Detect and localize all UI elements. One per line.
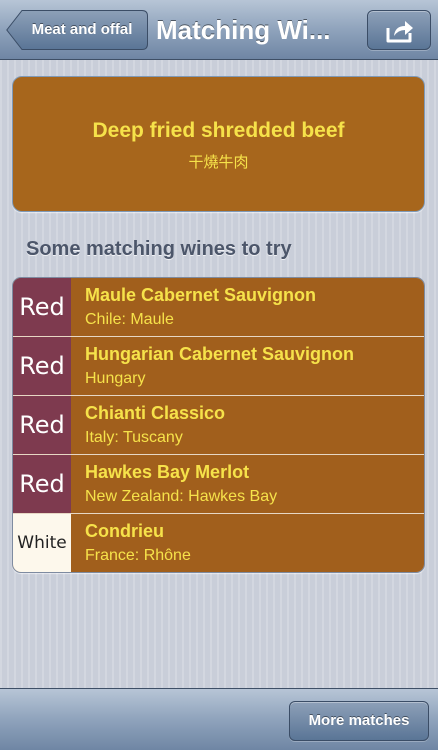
wine-color-badge: Red [13,396,71,454]
wine-name: Hawkes Bay Merlot [85,462,250,482]
wine-name: Condrieu [85,521,164,541]
wine-list: Red Maule Cabernet Sauvignon Chile: Maul… [12,277,425,573]
more-matches-button[interactable]: More matches [289,701,429,741]
wine-row[interactable]: Red Hawkes Bay Merlot New Zealand: Hawke… [13,455,424,514]
share-button[interactable] [367,10,431,50]
wine-color-badge: Red [13,337,71,395]
wine-name: Maule Cabernet Sauvignon [85,285,317,305]
wine-color-badge: Red [13,455,71,513]
bottom-toolbar: More matches [0,688,438,750]
page-title: Matching Wi... [156,15,331,45]
dish-name-chinese: 干燒牛肉 [188,153,249,171]
wine-color-badge: White [13,514,71,572]
wine-row[interactable]: Red Chianti Classico Italy: Tuscany [13,396,424,455]
wine-color-badge: Red [13,278,71,336]
dish-card: Deep fried shredded beef 干燒牛肉 [12,76,425,212]
navigation-bar: Meat and offal Matching Wi... [0,0,438,60]
wine-row[interactable]: Red Hungarian Cabernet Sauvignon Hungary [13,337,424,396]
wine-name: Hungarian Cabernet Sauvignon [85,344,355,364]
back-button-label: Meat and offal [31,21,133,38]
back-button[interactable]: Meat and offal [6,10,148,50]
wine-region: Chile: Maule [85,311,174,328]
wine-region: Hungary [85,370,146,387]
wine-region: France: Rhône [85,547,191,564]
wine-row[interactable]: Red Maule Cabernet Sauvignon Chile: Maul… [13,278,424,337]
wine-name: Chianti Classico [85,403,226,423]
wine-row[interactable]: White Condrieu France: Rhône [13,514,424,572]
dish-name: Deep fried shredded beef [92,119,345,142]
section-heading: Some matching wines to try [26,238,292,260]
wine-region: New Zealand: Hawkes Bay [85,488,278,505]
wine-region: Italy: Tuscany [85,429,183,446]
share-icon [386,21,413,43]
